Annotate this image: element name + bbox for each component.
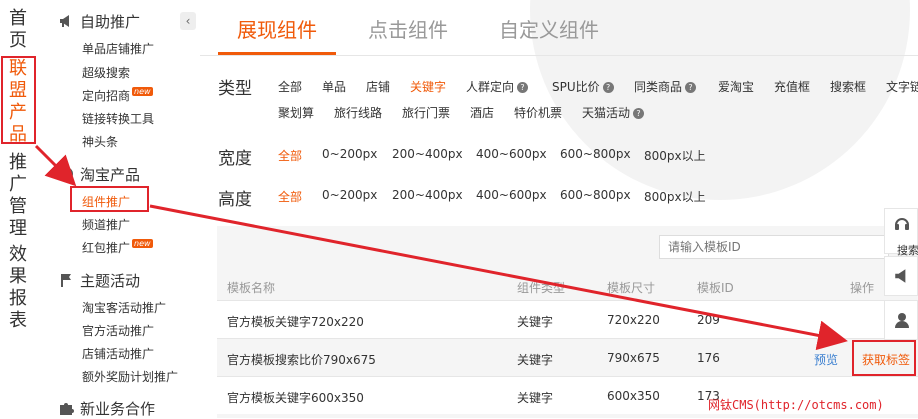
arrow-to-get-tag <box>149 204 848 351</box>
watermark: 网钛CMS(http://otcms.com) <box>708 398 884 412</box>
arrow-to-menu-item <box>34 144 77 187</box>
annotation-arrows <box>34 144 848 351</box>
